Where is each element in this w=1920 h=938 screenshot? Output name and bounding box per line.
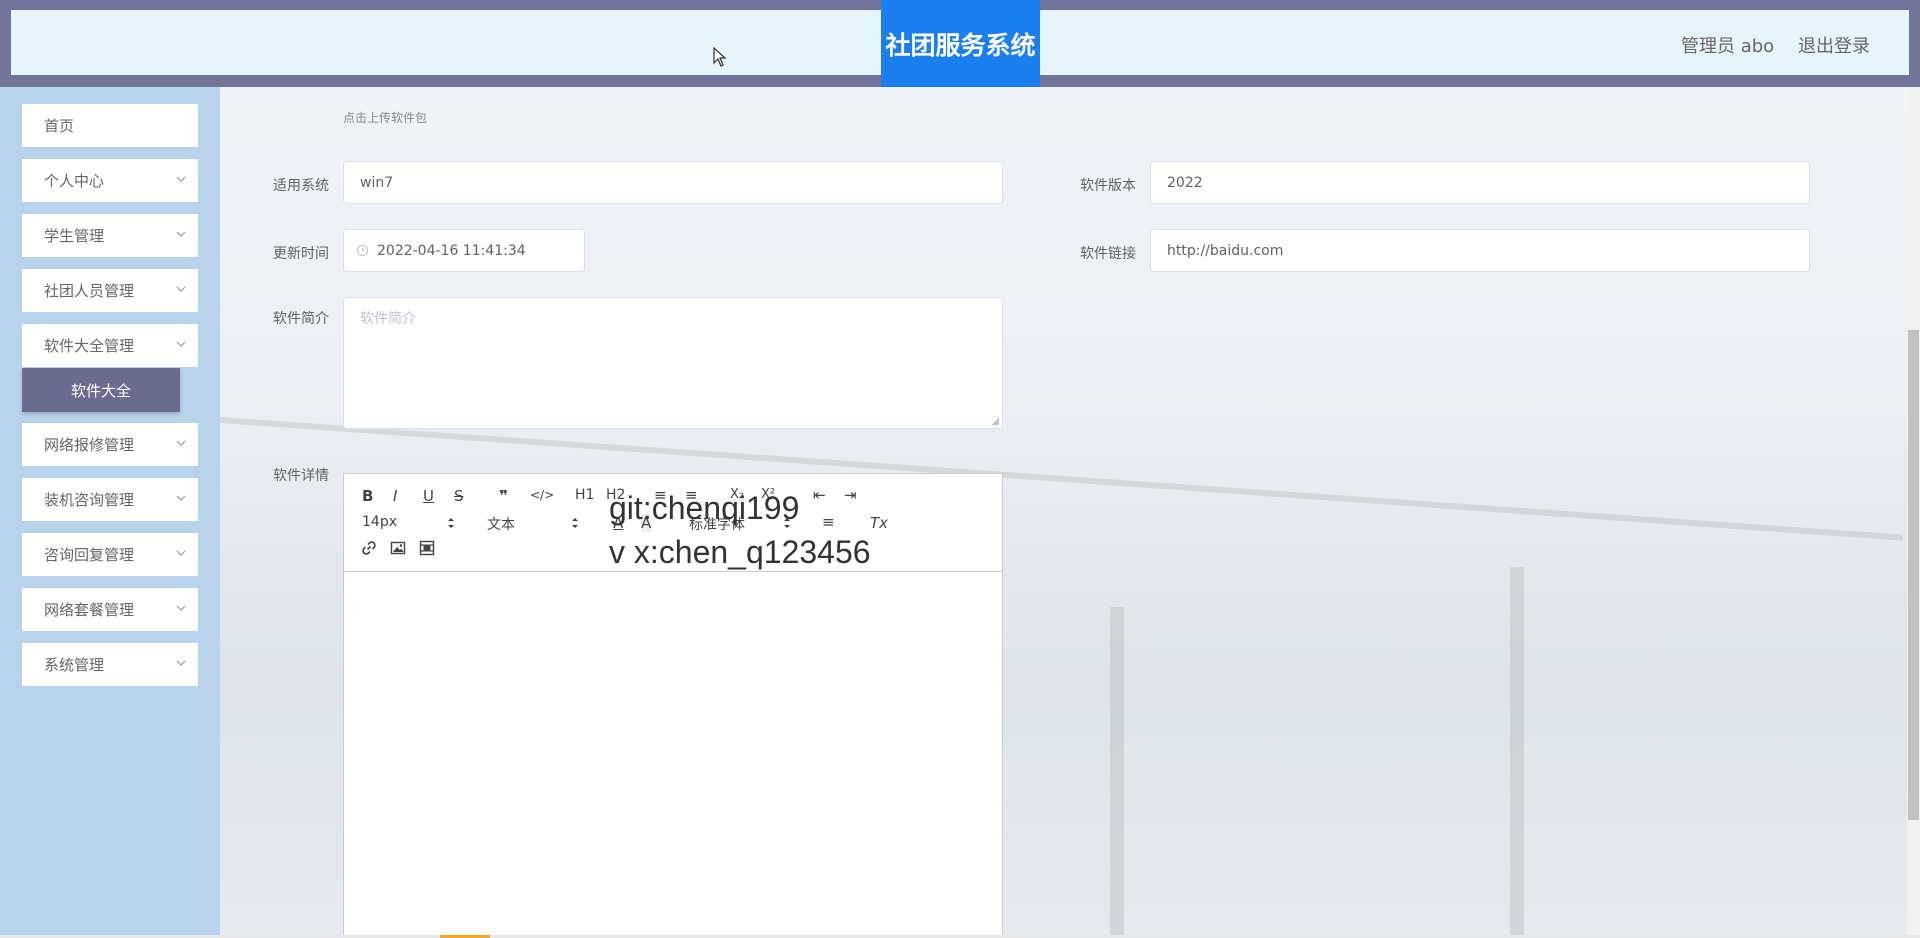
chevron-down-icon xyxy=(176,550,186,556)
update-time-value: 2022-04-16 11:41:34 xyxy=(377,242,526,259)
font-family-select[interactable]: 标准字体 xyxy=(689,514,745,534)
chevron-down-icon xyxy=(176,176,186,182)
sidebar-item-label: 首页 xyxy=(44,117,75,135)
superscript-button[interactable]: X² xyxy=(761,487,775,502)
scrollbar-thumb[interactable] xyxy=(1908,330,1919,820)
sidebar-item-install-consult[interactable]: 装机咨询管理 xyxy=(22,478,198,521)
system-input[interactable]: win7 xyxy=(343,161,1003,204)
ordered-list-button[interactable]: ≡ xyxy=(654,486,667,504)
video-icon[interactable] xyxy=(419,540,435,556)
clock-icon xyxy=(356,244,369,257)
sidebar-item-system[interactable]: 系统管理 xyxy=(22,643,198,686)
sidebar-item-software[interactable]: 软件大全管理 xyxy=(22,324,198,367)
outdent-button[interactable]: ⇤ xyxy=(813,486,826,504)
image-icon[interactable] xyxy=(390,540,406,556)
subscript-button[interactable]: X₂ xyxy=(730,487,744,502)
sidebar-item-club-members[interactable]: 社团人员管理 xyxy=(22,269,198,312)
strike-button[interactable]: S xyxy=(454,487,464,505)
sidebar: 首页 个人中心 学生管理 社团人员管理 软件大全管理 软件大全 网络报修管理 装… xyxy=(0,87,220,938)
version-input[interactable]: 2022 xyxy=(1150,161,1810,204)
link-label: 软件链接 xyxy=(1080,246,1136,262)
background-post xyxy=(1110,607,1124,938)
select-arrows-icon xyxy=(448,518,454,528)
intro-label: 软件简介 xyxy=(273,311,329,327)
detail-label: 软件详情 xyxy=(273,468,329,484)
bullet-list-button[interactable]: ≡ xyxy=(685,486,698,504)
header1-button[interactable]: H1 xyxy=(575,487,594,503)
system-input-value: win7 xyxy=(360,174,394,191)
chevron-down-icon xyxy=(176,495,186,501)
chevron-down-icon xyxy=(176,286,186,292)
sidebar-item-label: 软件大全管理 xyxy=(44,337,135,355)
sidebar-item-repair[interactable]: 网络报修管理 xyxy=(22,423,198,466)
sidebar-item-consult-reply[interactable]: 咨询回复管理 xyxy=(22,533,198,576)
underline-button[interactable]: U xyxy=(423,487,434,505)
blockquote-button[interactable]: ❞ xyxy=(499,487,508,505)
mouse-cursor-icon xyxy=(713,47,727,67)
sidebar-item-label: 个人中心 xyxy=(44,172,105,190)
sidebar-item-network-package[interactable]: 网络套餐管理 xyxy=(22,588,198,631)
sidebar-item-label: 社团人员管理 xyxy=(44,282,135,300)
chevron-down-icon xyxy=(176,605,186,611)
app-title: 社团服务系统 xyxy=(881,0,1040,87)
chevron-down-icon xyxy=(176,341,186,347)
chevron-down-icon xyxy=(176,440,186,446)
italic-button[interactable]: I xyxy=(393,487,397,505)
indent-button[interactable]: ⇥ xyxy=(844,486,857,504)
clean-format-button[interactable]: Tx xyxy=(870,514,888,532)
chevron-down-icon xyxy=(176,231,186,237)
sidebar-item-label: 系统管理 xyxy=(44,656,105,674)
update-time-picker[interactable]: 2022-04-16 11:41:34 xyxy=(343,229,585,272)
sidebar-item-profile[interactable]: 个人中心 xyxy=(22,159,198,202)
resize-grip-icon[interactable] xyxy=(992,418,1000,426)
sidebar-item-label: 咨询回复管理 xyxy=(44,546,135,564)
bold-button[interactable]: B xyxy=(362,487,373,505)
intro-placeholder: 软件简介 xyxy=(360,311,416,327)
sidebar-item-label: 网络报修管理 xyxy=(44,436,135,454)
sidebar-item-students[interactable]: 学生管理 xyxy=(22,214,198,257)
sidebar-item-label: 装机咨询管理 xyxy=(44,491,135,509)
sidebar-subitem-software-list[interactable]: 软件大全 xyxy=(22,368,180,412)
text-type-select[interactable]: 文本 xyxy=(487,514,515,534)
version-label: 软件版本 xyxy=(1080,178,1136,194)
upload-hint[interactable]: 点击上传软件包 xyxy=(343,109,427,126)
intro-textarea[interactable]: 软件简介 xyxy=(343,297,1003,429)
version-input-value: 2022 xyxy=(1167,174,1203,191)
chevron-down-icon xyxy=(176,660,186,666)
header2-button[interactable]: H2 xyxy=(606,487,625,503)
select-arrows-icon xyxy=(784,518,790,528)
link-input[interactable]: http://baidu.com xyxy=(1150,229,1810,272)
link-icon[interactable] xyxy=(361,540,377,556)
background-color-button[interactable]: A xyxy=(641,514,652,532)
rich-text-editor[interactable]: B I U S ❞ </> H1 H2 ≡ ≡ X₂ X² ⇤ ⇥ 14px 文… xyxy=(343,473,1003,938)
align-button[interactable]: ≡ xyxy=(822,513,835,531)
system-label: 适用系统 xyxy=(273,178,329,194)
sidebar-item-label: 学生管理 xyxy=(44,227,105,245)
logout-link[interactable]: 退出登录 xyxy=(1798,32,1870,58)
editor-toolbar: B I U S ❞ </> H1 H2 ≡ ≡ X₂ X² ⇤ ⇥ 14px 文… xyxy=(344,474,1002,572)
background-post xyxy=(1510,567,1524,938)
top-header: 社团服务系统 管理员 abo 退出登录 xyxy=(0,0,1920,87)
sidebar-item-label: 网络套餐管理 xyxy=(44,601,135,619)
font-size-select[interactable]: 14px xyxy=(362,514,397,530)
admin-username: 管理员 abo xyxy=(1681,36,1775,57)
font-color-button[interactable]: A xyxy=(613,514,623,532)
select-arrows-icon xyxy=(572,518,578,528)
update-time-label: 更新时间 xyxy=(273,246,329,262)
sidebar-item-home[interactable]: 首页 xyxy=(22,104,198,147)
code-block-button[interactable]: </> xyxy=(530,488,554,502)
link-input-value: http://baidu.com xyxy=(1167,242,1284,259)
